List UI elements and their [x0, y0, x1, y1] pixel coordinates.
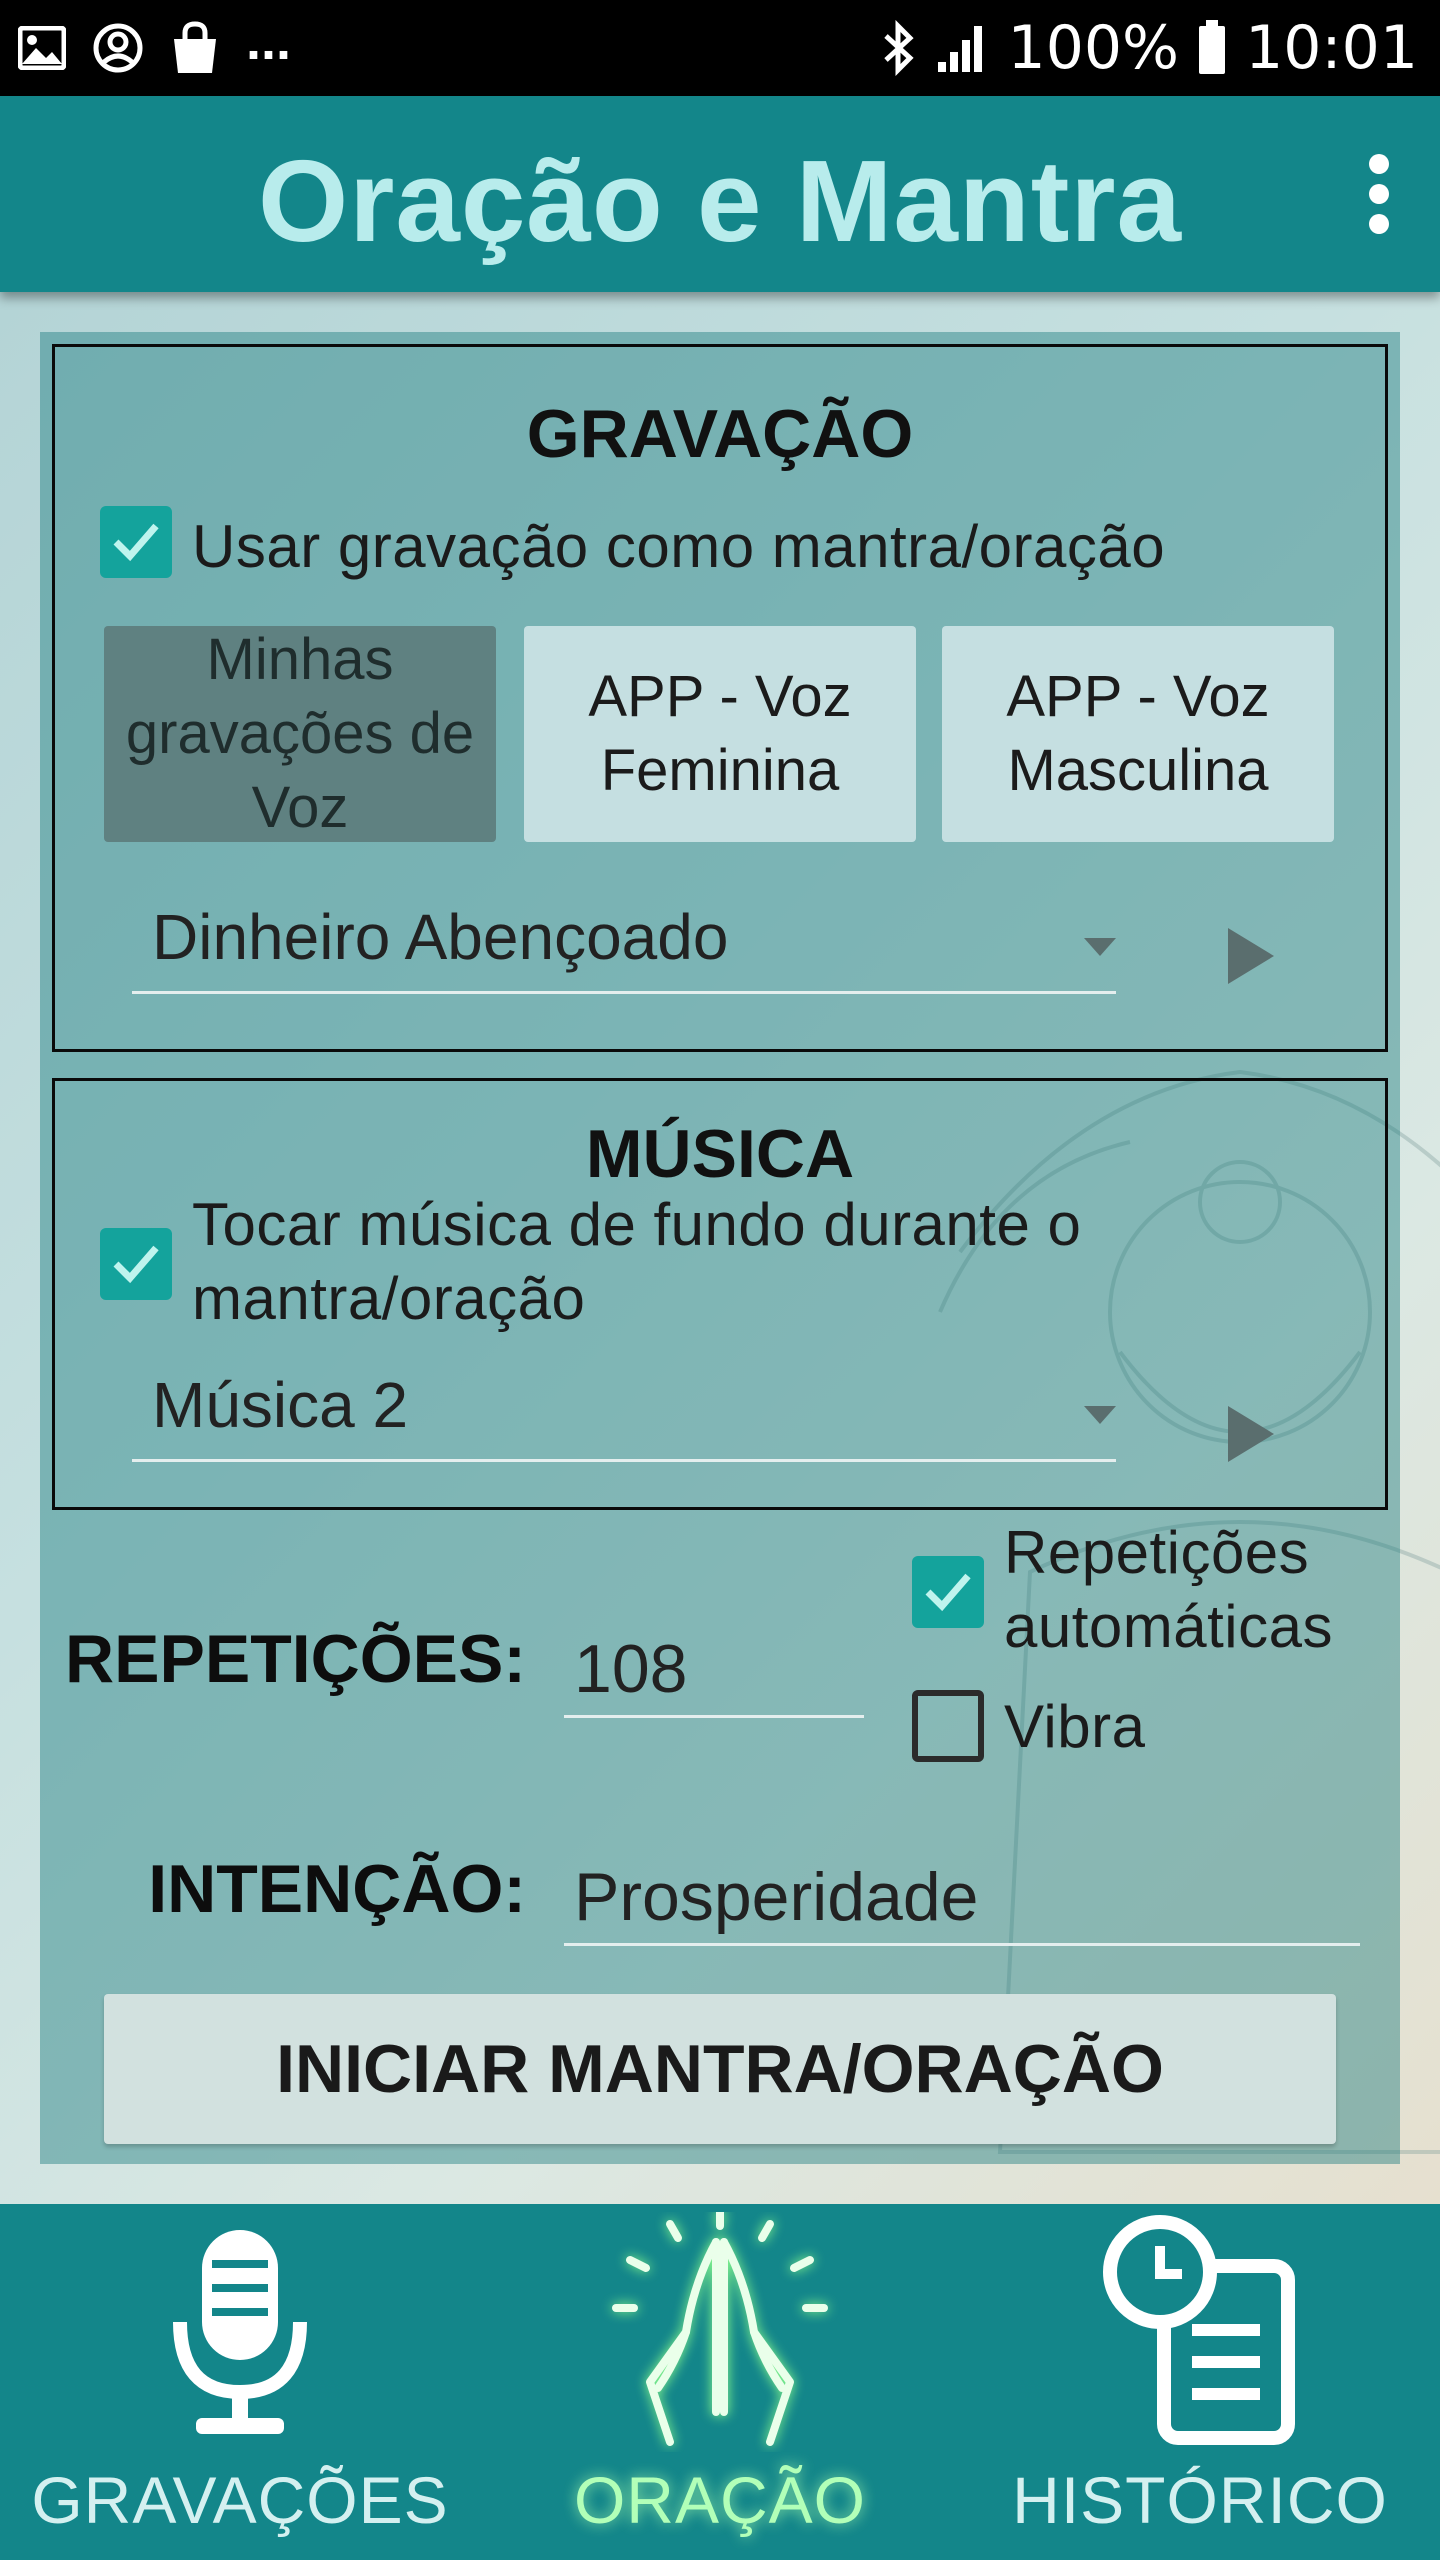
repetitions-value: 108: [574, 1631, 688, 1707]
use-recording-checkbox[interactable]: [100, 506, 172, 578]
bluetooth-icon: [883, 20, 914, 76]
nav-history[interactable]: HISTÓRICO: [960, 2204, 1440, 2560]
nav-recordings-label: GRAVAÇÕES: [31, 2463, 449, 2537]
recording-section-title: GRAVAÇÃO: [526, 396, 914, 472]
praying-hands-icon: [612, 2212, 828, 2446]
app-female-voice-button[interactable]: APP - Voz Feminina: [524, 626, 916, 842]
nav-history-label: HISTÓRICO: [1012, 2463, 1388, 2537]
background-music-label: Tocar música de fundo durante o mantra/o…: [192, 1191, 1082, 1332]
app-title: Oração e Mantra: [257, 136, 1183, 266]
bottom-navigation: GRAVAÇÕES ORAÇÃO HISTÓRICO: [0, 2204, 1440, 2560]
microphone-icon: [173, 2230, 307, 2434]
status-bar: ... 100% 10:01: [0, 0, 1440, 96]
my-voice-recordings-button[interactable]: Minhas gravações de Voz: [104, 626, 496, 842]
intention-input[interactable]: Prosperidade: [564, 1850, 1360, 1946]
play-music-icon[interactable]: [1228, 1406, 1274, 1462]
vibrate-checkbox[interactable]: [912, 1690, 984, 1762]
nav-prayer[interactable]: ORAÇÃO: [480, 2204, 960, 2560]
history-document-icon: [1103, 2215, 1295, 2445]
auto-repetitions-checkbox[interactable]: [912, 1556, 984, 1628]
music-selector-value: Música 2: [152, 1369, 409, 1441]
nav-prayer-label: ORAÇÃO: [573, 2463, 867, 2537]
account-circle-icon: [93, 23, 143, 73]
vibrate-label: Vibra: [1004, 1693, 1146, 1760]
repetitions-input[interactable]: 108: [564, 1622, 864, 1718]
app-bar: Oração e Mantra: [0, 96, 1440, 292]
clock: 10:01: [1245, 13, 1418, 83]
more-notifications: ...: [246, 11, 292, 71]
use-recording-label: Usar gravação como mantra/oração: [192, 513, 1166, 580]
signal-icon: [937, 26, 982, 72]
battery-percent: 100%: [1007, 13, 1180, 83]
intention-label: INTENÇÃO:: [148, 1851, 526, 1927]
image-icon: [18, 26, 66, 70]
play-recording-icon[interactable]: [1228, 928, 1274, 984]
start-mantra-button[interactable]: INICIAR MANTRA/ORAÇÃO: [104, 1994, 1336, 2144]
auto-repetitions-label: Repetições automáticas: [1004, 1519, 1333, 1660]
intention-value: Prosperidade: [574, 1859, 979, 1935]
recording-selector[interactable]: Dinheiro Abençoado: [132, 884, 1116, 994]
recording-selector-value: Dinheiro Abençoado: [152, 901, 729, 973]
music-selector[interactable]: Música 2: [132, 1352, 1116, 1462]
dropdown-arrow-icon: [1084, 1406, 1116, 1424]
background-music-checkbox[interactable]: [100, 1228, 172, 1300]
music-section-title: MÚSICA: [585, 1116, 855, 1192]
dropdown-arrow-icon: [1084, 938, 1116, 956]
battery-icon: [1199, 20, 1226, 74]
more-vert-icon[interactable]: [1362, 154, 1396, 234]
repetitions-label: REPETIÇÕES:: [65, 1621, 526, 1697]
nav-recordings[interactable]: GRAVAÇÕES: [0, 2204, 480, 2560]
shopping-bag-icon: [174, 21, 216, 73]
app-male-voice-button[interactable]: APP - Voz Masculina: [942, 626, 1334, 842]
